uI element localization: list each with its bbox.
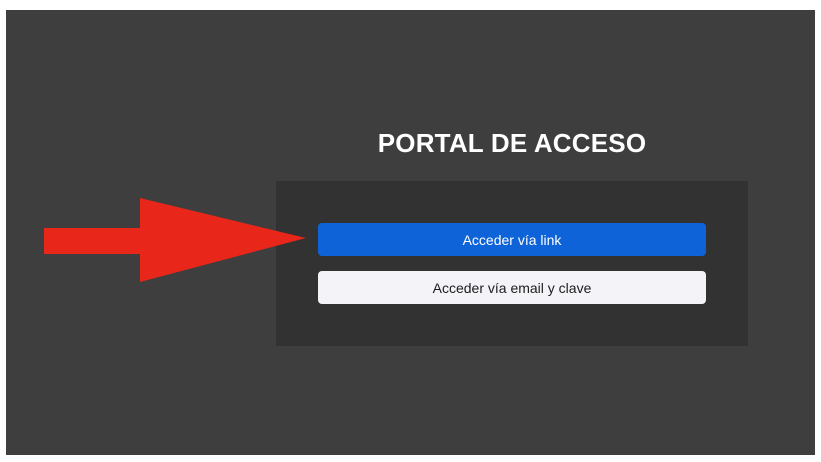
login-panel: Acceder vía link Acceder vía email y cla… <box>276 181 748 346</box>
login-screen: PORTAL DE ACCESO Acceder vía link Accede… <box>6 10 815 455</box>
page-title: PORTAL DE ACCESO <box>377 128 647 158</box>
access-via-email-button[interactable]: Acceder vía email y clave <box>318 271 706 304</box>
access-via-link-button[interactable]: Acceder vía link <box>318 223 706 256</box>
